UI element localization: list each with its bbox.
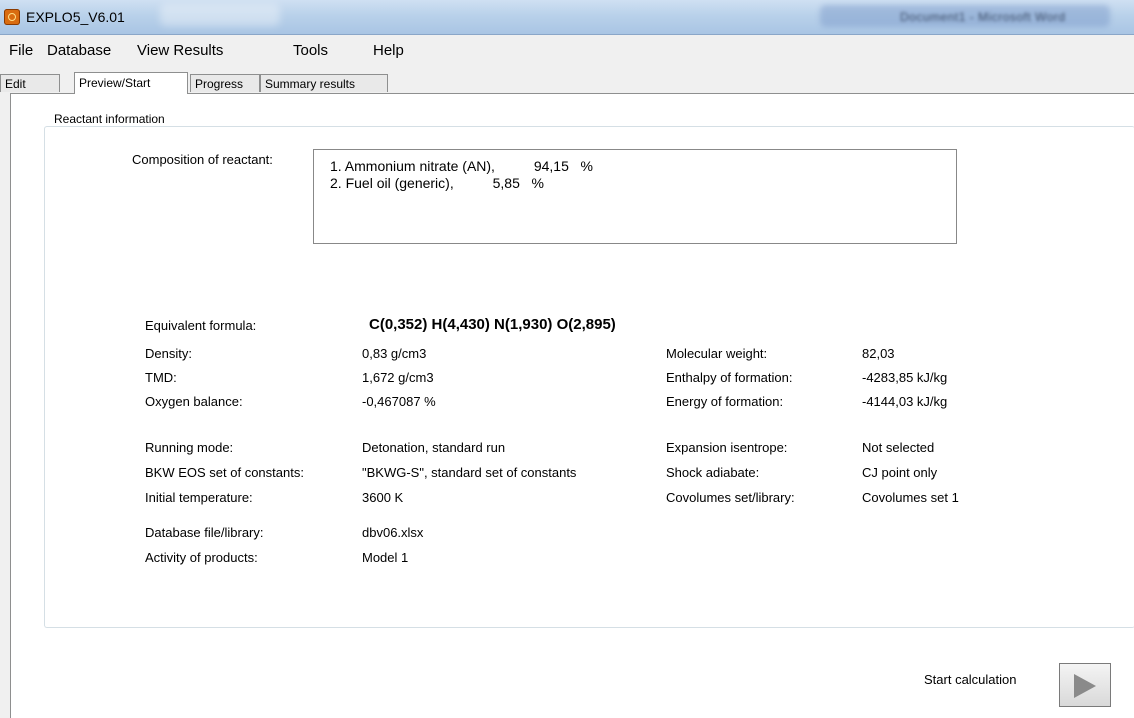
menu-bar: File Database View Results Tools Help	[0, 36, 1134, 64]
app-icon[interactable]	[4, 9, 20, 25]
expansion-isentrope-label: Expansion isentrope:	[666, 440, 788, 455]
bkw-eos-value: "BKWG-S", standard set of constants	[362, 465, 577, 480]
enthalpy-of-formation-value: -4283,85 kJ/kg	[862, 370, 948, 385]
menu-database[interactable]: Database	[47, 42, 111, 59]
density-value: 0,83 g/cm3	[362, 346, 427, 361]
energy-of-formation-label: Energy of formation:	[666, 394, 784, 409]
shock-adiabate-label: Shock adiabate:	[666, 465, 760, 480]
title-bar: EXPLO5_V6.01 Document1 - Microsoft Word	[0, 0, 1134, 35]
tab-strip: Edit Preview/Start Progress Summary resu…	[0, 72, 1134, 94]
database-file-value: dbv06.xlsx	[362, 525, 424, 540]
menu-view-results[interactable]: View Results	[137, 42, 223, 59]
start-calculation-button[interactable]	[1059, 663, 1111, 707]
covolumes-set-label: Covolumes set/library:	[666, 490, 795, 505]
bkw-eos-label: BKW EOS set of constants:	[145, 465, 304, 480]
shock-adiabate-value: CJ point only	[862, 465, 938, 480]
activity-of-products-label: Activity of products:	[145, 550, 258, 565]
initial-temperature-label: Initial temperature:	[145, 490, 253, 505]
menu-file[interactable]: File	[9, 42, 33, 59]
database-file-label: Database file/library:	[145, 525, 264, 540]
energy-of-formation-value: -4144,03 kJ/kg	[862, 394, 948, 409]
oxygen-balance-label: Oxygen balance:	[145, 394, 243, 409]
molecular-weight-value: 82,03	[862, 346, 895, 361]
tab-edit[interactable]: Edit	[0, 74, 60, 92]
initial-temperature-value: 3600 K	[362, 490, 404, 505]
expansion-isentrope-value: Not selected	[862, 440, 935, 455]
start-calculation-label: Start calculation	[924, 672, 1017, 687]
running-mode-value: Detonation, standard run	[362, 440, 506, 455]
composition-textbox[interactable]: 1. Ammonium nitrate (AN), 94,15 % 2. Fue…	[313, 149, 957, 244]
play-icon	[1074, 674, 1096, 698]
window-title: EXPLO5_V6.01	[26, 9, 125, 25]
tmd-label: TMD:	[145, 370, 177, 385]
background-window-title: Document1 - Microsoft Word	[900, 10, 1066, 24]
composition-label: Composition of reactant:	[132, 152, 273, 167]
composition-line-1: 1. Ammonium nitrate (AN), 94,15 %	[330, 158, 593, 174]
molecular-weight-label: Molecular weight:	[666, 346, 768, 361]
tab-progress[interactable]: Progress	[190, 74, 260, 92]
composition-line-2: 2. Fuel oil (generic), 5,85 %	[330, 175, 544, 191]
covolumes-set-value: Covolumes set 1	[862, 490, 959, 505]
running-mode-label: Running mode:	[145, 440, 234, 455]
group-title: Reactant information	[50, 112, 169, 126]
enthalpy-of-formation-label: Enthalpy of formation:	[666, 370, 793, 385]
oxygen-balance-value: -0,467087 %	[362, 394, 436, 409]
menu-help[interactable]: Help	[373, 42, 404, 59]
density-label: Density:	[145, 346, 192, 361]
equivalent-formula-value: C(0,352) H(4,430) N(1,930) O(2,895)	[369, 316, 616, 333]
menu-tools[interactable]: Tools	[293, 42, 328, 59]
equivalent-formula-label: Equivalent formula:	[145, 318, 257, 333]
tab-preview-start[interactable]: Preview/Start	[74, 72, 188, 94]
tab-summary-results[interactable]: Summary results	[260, 74, 388, 92]
tmd-value: 1,672 g/cm3	[362, 370, 434, 385]
activity-of-products-value: Model 1	[362, 550, 409, 565]
